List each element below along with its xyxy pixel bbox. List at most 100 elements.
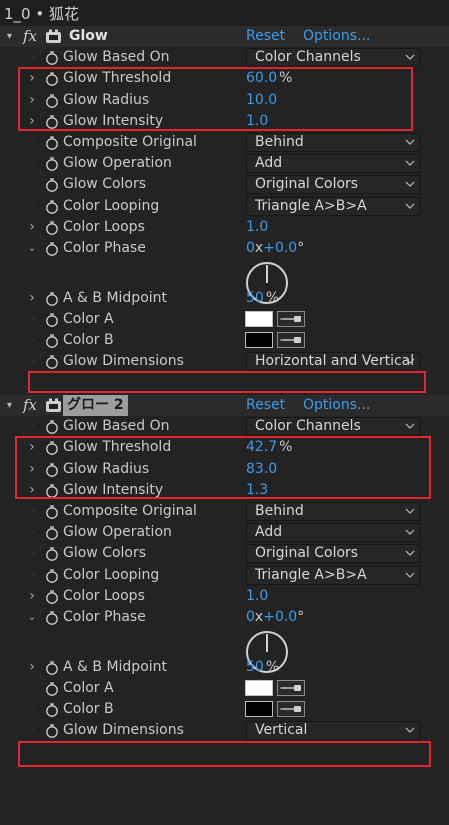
stopwatch-icon[interactable] bbox=[45, 313, 59, 327]
color-phase-value[interactable]: 0x+0.0° bbox=[246, 238, 304, 259]
effect-name[interactable]: グロー 2 bbox=[63, 395, 128, 416]
twirl-open-icon[interactable]: ⌄ bbox=[27, 607, 37, 628]
revolutions-value[interactable]: 0 bbox=[246, 240, 255, 256]
glow-intensity-value[interactable]: 1.0 bbox=[246, 111, 268, 132]
degrees-value[interactable]: +0.0 bbox=[263, 240, 297, 256]
stopwatch-icon[interactable] bbox=[45, 611, 59, 625]
color-loops-value[interactable]: 1.0 bbox=[246, 586, 268, 607]
color-phase-value[interactable]: 0x+0.0° bbox=[246, 607, 304, 628]
stopwatch-icon[interactable] bbox=[45, 178, 59, 193]
glow-based-on-dropdown[interactable]: Color Channels bbox=[246, 48, 420, 68]
glow-colors-dropdown[interactable]: Original Colors bbox=[246, 544, 420, 564]
eyedropper-icon[interactable] bbox=[277, 311, 305, 328]
stopwatch-icon[interactable] bbox=[45, 505, 59, 519]
fx-toggle-icon[interactable]: fx bbox=[23, 26, 37, 47]
glow-radius-value[interactable]: 83.0 bbox=[246, 459, 277, 480]
glow-based-on-dropdown[interactable]: Color Channels bbox=[246, 417, 420, 437]
value-number[interactable]: 50 bbox=[246, 290, 264, 306]
twirl-closed-icon[interactable]: › bbox=[27, 68, 37, 89]
eyedropper-icon[interactable] bbox=[277, 701, 305, 718]
stopwatch-icon[interactable] bbox=[45, 590, 59, 604]
stopwatch-icon[interactable] bbox=[45, 292, 59, 306]
a-and-b-midpoint-value[interactable]: 50% bbox=[246, 288, 279, 309]
value-number[interactable]: 83.0 bbox=[246, 461, 277, 477]
stopwatch-icon[interactable] bbox=[45, 199, 59, 214]
composite-original-dropdown[interactable]: Behind bbox=[246, 501, 420, 521]
glow-intensity-value[interactable]: 1.3 bbox=[246, 480, 268, 501]
twirl-closed-icon[interactable]: › bbox=[27, 288, 37, 309]
fx-toggle-icon[interactable]: fx bbox=[23, 395, 37, 416]
collapse-arrow-icon[interactable]: ▾ bbox=[7, 395, 12, 416]
options-link[interactable]: Options... bbox=[303, 395, 370, 416]
color-b-swatch[interactable] bbox=[245, 332, 273, 349]
revolutions-value[interactable]: 0 bbox=[246, 609, 255, 625]
stopwatch-icon[interactable] bbox=[45, 115, 59, 129]
value-number[interactable]: 60.0 bbox=[246, 70, 277, 86]
stopwatch-icon[interactable] bbox=[45, 703, 59, 718]
stopwatch-icon[interactable] bbox=[45, 51, 59, 66]
twirl-closed-icon[interactable]: › bbox=[27, 586, 37, 607]
chevron-down-icon bbox=[405, 545, 415, 562]
stopwatch-icon[interactable] bbox=[45, 682, 59, 696]
stopwatch-icon[interactable] bbox=[45, 136, 59, 150]
glow-operation-dropdown[interactable]: Add bbox=[246, 154, 420, 174]
stopwatch-icon[interactable] bbox=[45, 93, 59, 108]
value-number[interactable]: 10.0 bbox=[246, 92, 277, 108]
stopwatch-icon[interactable] bbox=[45, 221, 59, 235]
collapse-arrow-icon[interactable]: ▾ bbox=[7, 26, 12, 47]
reset-link[interactable]: Reset bbox=[246, 395, 285, 416]
color-looping-dropdown[interactable]: Triangle A>B>A bbox=[246, 196, 420, 216]
stopwatch-icon[interactable] bbox=[45, 724, 59, 739]
stopwatch-icon[interactable] bbox=[45, 568, 59, 583]
value-number[interactable]: 50 bbox=[246, 659, 264, 675]
value-number[interactable]: 1.0 bbox=[246, 113, 268, 129]
twirl-closed-icon[interactable]: › bbox=[27, 480, 37, 501]
color-a-swatch[interactable] bbox=[245, 311, 273, 328]
stopwatch-icon[interactable] bbox=[45, 420, 59, 435]
effect-name[interactable]: Glow bbox=[69, 26, 108, 47]
twirl-open-icon[interactable]: ⌄ bbox=[27, 238, 37, 259]
eyedropper-icon[interactable] bbox=[277, 680, 305, 697]
stopwatch-icon[interactable] bbox=[45, 526, 59, 540]
value-number[interactable]: 42.7 bbox=[246, 439, 277, 455]
value-number[interactable]: 1.0 bbox=[246, 219, 268, 235]
twirl-closed-icon[interactable]: › bbox=[27, 437, 37, 458]
stopwatch-icon[interactable] bbox=[45, 157, 59, 171]
eyedropper-icon[interactable] bbox=[277, 332, 305, 349]
stopwatch-icon[interactable] bbox=[45, 355, 59, 370]
tree-dot-icon: · bbox=[32, 159, 35, 170]
twirl-closed-icon[interactable]: › bbox=[27, 459, 37, 480]
stopwatch-icon[interactable] bbox=[45, 547, 59, 562]
color-b-swatch[interactable] bbox=[245, 701, 273, 718]
stopwatch-icon[interactable] bbox=[45, 334, 59, 349]
color-loops-value[interactable]: 1.0 bbox=[246, 217, 268, 238]
twirl-closed-icon[interactable]: › bbox=[27, 111, 37, 132]
value-number[interactable]: 1.0 bbox=[246, 588, 268, 604]
twirl-closed-icon[interactable]: › bbox=[27, 90, 37, 111]
twirl-closed-icon[interactable]: › bbox=[27, 657, 37, 678]
stopwatch-icon[interactable] bbox=[45, 484, 59, 498]
value-number[interactable]: 1.3 bbox=[246, 482, 268, 498]
glow-operation-dropdown[interactable]: Add bbox=[246, 523, 420, 543]
twirl-closed-icon[interactable]: › bbox=[27, 217, 37, 238]
glow-threshold-value[interactable]: 60.0% bbox=[246, 68, 292, 89]
glow-threshold-value[interactable]: 42.7% bbox=[246, 437, 292, 458]
composite-original-dropdown[interactable]: Behind bbox=[246, 132, 420, 152]
glow-dimensions-dropdown[interactable]: Horizontal and Vertical bbox=[246, 352, 420, 372]
param-row-glow-operation: · Glow Operation Add bbox=[0, 153, 449, 174]
glow-colors-dropdown[interactable]: Original Colors bbox=[246, 175, 420, 195]
stopwatch-icon[interactable] bbox=[45, 242, 59, 256]
glow-dimensions-dropdown[interactable]: Vertical bbox=[246, 721, 420, 741]
glow-radius-value[interactable]: 10.0 bbox=[246, 90, 277, 111]
stopwatch-icon[interactable] bbox=[45, 441, 59, 456]
color-a-swatch[interactable] bbox=[245, 680, 273, 697]
options-link[interactable]: Options... bbox=[303, 26, 370, 47]
stopwatch-icon[interactable] bbox=[45, 72, 59, 87]
stopwatch-icon[interactable] bbox=[45, 661, 59, 675]
stopwatch-icon[interactable] bbox=[45, 462, 59, 477]
a-and-b-midpoint-value[interactable]: 50% bbox=[246, 657, 279, 678]
reset-link[interactable]: Reset bbox=[246, 26, 285, 47]
param-row-glow-threshold: › Glow Threshold 42.7% bbox=[0, 437, 449, 458]
color-looping-dropdown[interactable]: Triangle A>B>A bbox=[246, 565, 420, 585]
degrees-value[interactable]: +0.0 bbox=[263, 609, 297, 625]
